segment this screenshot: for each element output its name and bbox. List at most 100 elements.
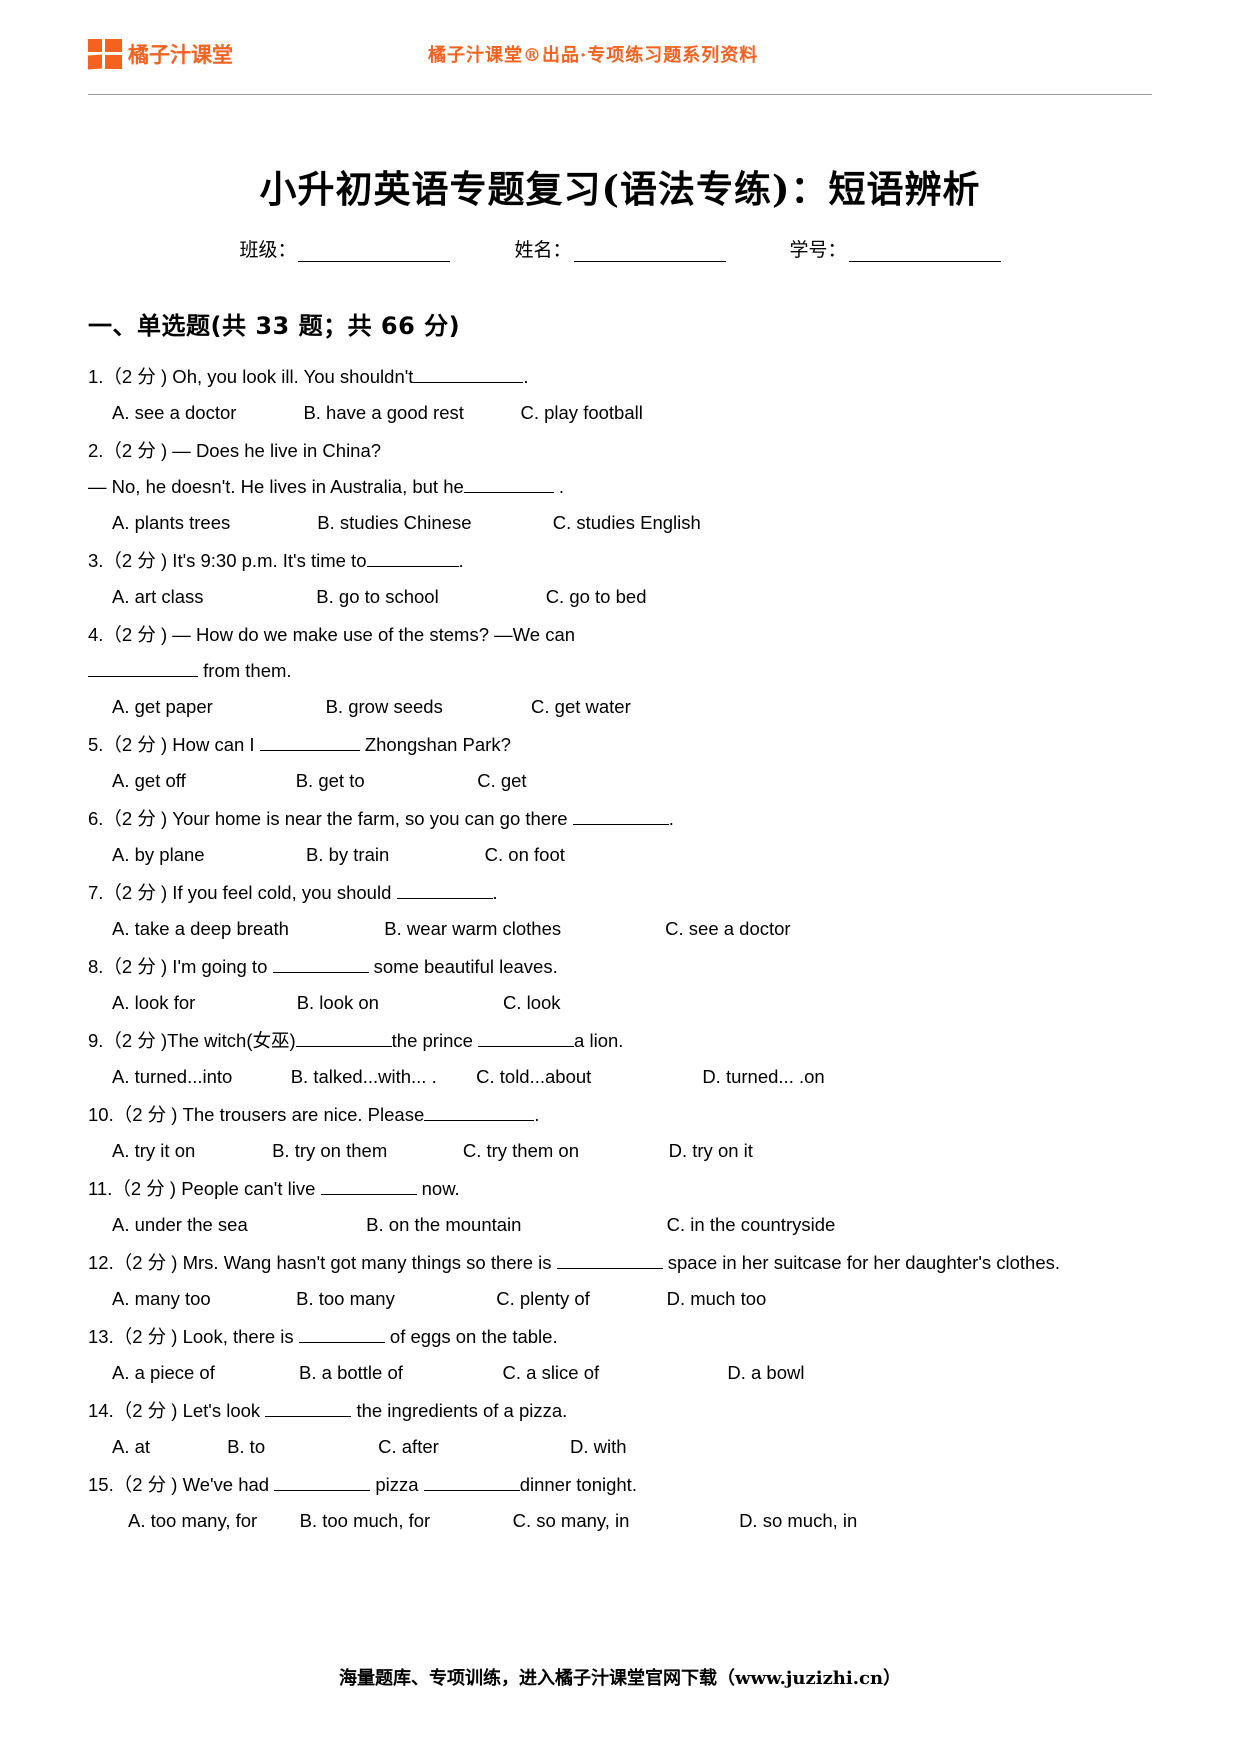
answer-blank[interactable] [259,735,360,751]
answer-blank[interactable] [88,661,198,677]
option-choice[interactable]: A. look for [112,985,195,1021]
option-choice[interactable]: C. a slice of [503,1355,600,1391]
option-choice[interactable]: C. plenty of [496,1281,590,1317]
option-gap [205,837,306,873]
option-choice[interactable]: D. try on it [669,1133,753,1169]
option-choice[interactable]: A. get off [112,763,186,799]
option-choice[interactable]: D. a bowl [727,1355,804,1391]
option-row: A. get off B. get to C. get [88,763,1152,799]
question-stem-text: . [458,550,464,571]
answer-blank[interactable] [272,957,369,973]
option-gap [213,689,326,725]
answer-blank[interactable] [463,477,554,493]
option-choice[interactable]: A. too many, for [128,1503,257,1539]
answer-blank[interactable] [265,1401,352,1417]
orange-four-square-logo-icon [88,39,122,70]
question-stem-text: now. [416,1178,460,1199]
option-choice[interactable]: B. have a good rest [303,395,463,431]
option-choice[interactable]: A. many too [112,1281,211,1317]
answer-blank[interactable] [478,1031,575,1047]
option-choice[interactable]: B. talked...with... . [291,1059,437,1095]
option-choice[interactable]: D. turned... .on [702,1059,824,1095]
question-stem-text: the ingredients of a pizza. [351,1400,568,1421]
question-stem-text: 5.（2 分 ) How can I [88,734,260,755]
option-choice[interactable]: B. on the mountain [366,1207,521,1243]
question-item: 15.（2 分 ) We've had pizza dinner tonight… [88,1467,1152,1539]
field-student-id-blank[interactable] [848,243,1001,262]
option-choice[interactable]: A. try it on [112,1133,195,1169]
option-choice[interactable]: B. too many [296,1281,395,1317]
option-gap [430,1503,512,1539]
question-stem: 8.（2 分 ) I'm going to some beautiful lea… [88,949,1152,985]
answer-blank[interactable] [274,1475,371,1491]
option-choice[interactable]: B. a bottle of [299,1355,403,1391]
field-name: 姓名： [514,235,726,262]
option-choice[interactable]: C. get water [531,689,631,725]
option-choice[interactable]: C. studies English [553,505,701,541]
option-choice[interactable]: A. get paper [112,689,213,725]
question-stem-text: 9.（2 分 )The witch(女巫) [88,1030,296,1051]
question-item: 2.（2 分 ) — Does he live in China? — No, h… [88,433,1152,541]
option-choice[interactable]: C. so many, in [513,1503,630,1539]
option-row: A. turned...into B. talked...with... . C. … [88,1059,1152,1095]
option-row: A. a piece of B. a bottle of C. a slice of… [88,1355,1152,1391]
answer-blank[interactable] [572,809,669,825]
option-choice[interactable]: A. take a deep breath [112,911,289,947]
option-choice[interactable]: A. under the sea [112,1207,248,1243]
option-choice[interactable]: B. too much, for [300,1503,431,1539]
question-continuation-text: — No, he doesn't. He lives in Australia,… [88,476,464,497]
option-choice[interactable]: A. plants trees [112,505,230,541]
page-masthead: 橘子汁课堂 橘子汁课堂®出品·专项练习题系列资料 [88,0,1152,90]
question-continuation: from them. [88,653,1152,689]
option-choice[interactable]: C. told...about [476,1059,591,1095]
option-choice[interactable]: C. in the countryside [667,1207,836,1243]
field-class-blank[interactable] [298,243,451,262]
answer-blank[interactable] [424,1105,535,1121]
answer-blank[interactable] [320,1179,417,1195]
option-row: A. see a doctor B. have a good rest C. pla… [88,395,1152,431]
answer-blank[interactable] [423,1475,520,1491]
option-choice[interactable]: B. studies Chinese [317,505,471,541]
option-choice[interactable]: C. get [477,763,526,799]
answer-blank[interactable] [396,883,493,899]
answer-blank[interactable] [298,1327,385,1343]
option-choice[interactable]: A. at [112,1429,150,1465]
option-choice[interactable]: B. wear warm clothes [384,911,561,947]
answer-blank[interactable] [366,551,459,567]
question-stem-text: 7.（2 分 ) If you feel cold, you should [88,882,397,903]
option-row: A. get paper B. grow seeds C. get water [88,689,1152,725]
option-choice[interactable]: B. get to [296,763,365,799]
option-choice[interactable]: B. look on [297,985,379,1021]
option-choice[interactable]: B. go to school [316,579,438,615]
option-row: A. at B. to C. after D. with [88,1429,1152,1465]
option-choice[interactable]: B. by train [306,837,389,873]
option-choice[interactable]: D. so much, in [739,1503,857,1539]
option-gap [439,1429,570,1465]
answer-blank[interactable] [556,1253,663,1269]
option-choice[interactable]: A. by plane [112,837,205,873]
option-choice[interactable]: A. a piece of [112,1355,215,1391]
option-choice[interactable]: D. with [570,1429,627,1465]
answer-blank[interactable] [413,367,524,383]
option-choice[interactable]: B. grow seeds [326,689,443,725]
option-choice[interactable]: C. play football [520,395,642,431]
field-name-blank[interactable] [573,243,726,262]
option-choice[interactable]: A. see a doctor [112,395,236,431]
option-choice[interactable]: C. on foot [485,837,565,873]
option-choice[interactable]: B. to [227,1429,265,1465]
option-gap [629,1503,739,1539]
option-choice[interactable]: C. look [503,985,561,1021]
option-choice[interactable]: B. try on them [272,1133,387,1169]
option-choice[interactable]: A. turned...into [112,1059,232,1095]
option-choice[interactable]: C. try them on [463,1133,579,1169]
answer-blank[interactable] [295,1031,392,1047]
question-stem-text: 3.（2 分 ) It's 9:30 p.m. It's time to [88,550,367,571]
option-choice[interactable]: C. after [378,1429,439,1465]
option-choice[interactable]: C. see a doctor [665,911,790,947]
question-item: 11.（2 分 ) People can't live now. A. under… [88,1171,1152,1243]
option-choice[interactable]: D. much too [667,1281,767,1317]
option-choice[interactable]: A. art class [112,579,204,615]
question-stem-text: 4.（2 分 ) — How do we make use of the ste… [88,624,576,645]
question-continuation-text: . [553,476,565,497]
option-choice[interactable]: C. go to bed [546,579,647,615]
